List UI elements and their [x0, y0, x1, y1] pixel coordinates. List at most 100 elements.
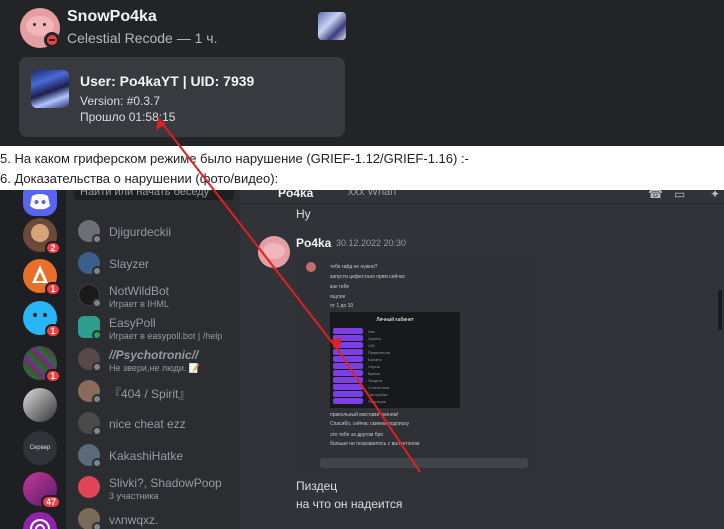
shot-text: как тебе: [330, 284, 350, 290]
shot-text: прикольный мистами скинем!: [330, 412, 399, 418]
cabinet-row-label: Настройки: [368, 392, 388, 397]
chat-scrollbar[interactable]: [718, 290, 722, 330]
dm-item[interactable]: EasyPoll Играет в easypoll.bot | /help: [78, 314, 236, 344]
shot-text: ящлое: [330, 294, 346, 300]
cabinet-row: [333, 363, 363, 369]
cabinet-row: [333, 328, 363, 334]
dm-name: KakashiHatke: [109, 449, 184, 463]
dm-item[interactable]: Slivki?, ShadowPoop 3 участника: [78, 474, 236, 504]
shot-text: Спасибо, сейчас скинем подписку: [330, 421, 410, 427]
status-offline-icon: [92, 298, 102, 308]
attached-screenshot[interactable]: тебе гайд не нужно? запусти цифестная пр…: [296, 256, 532, 472]
popup-activity: Celestial Recode — 1 ч.: [67, 30, 218, 46]
status-offline-icon: [92, 266, 102, 276]
face-eye-icon: [33, 313, 37, 317]
server-icon-pixel[interactable]: 1: [23, 346, 61, 383]
dm-item[interactable]: nice cheat ezz: [78, 410, 236, 440]
face-eye-icon: [43, 313, 47, 317]
dm-name: nice cheat ezz: [109, 417, 186, 431]
discord-logo-icon: [30, 194, 50, 210]
mention-badge: 1: [45, 324, 61, 338]
video-icon[interactable]: ▭: [674, 190, 685, 201]
reply-message: на что он надеится: [296, 497, 403, 511]
server-icon-text[interactable]: Сервер: [23, 431, 57, 465]
cabinet-row: [333, 335, 363, 341]
server-icon-blue[interactable]: 1: [23, 301, 61, 338]
dm-item[interactable]: vʌnwqxz.: [78, 506, 236, 529]
game-icon[interactable]: [318, 12, 346, 40]
status-offline-icon: [92, 394, 102, 404]
reply-message: Пиздец: [296, 479, 338, 493]
shot-text: тебе гайд не нужно?: [330, 264, 378, 270]
cabinet-row-label: Привилегия: [368, 350, 391, 355]
group-dm-icon: [78, 476, 100, 498]
chat-header: Po4ka xxx Whan ☎ ▭ ✦: [240, 190, 724, 204]
avatar-eye-right: [43, 23, 46, 26]
message-avatar[interactable]: [258, 236, 290, 268]
dm-activity: Не звери,не люди. 📝: [109, 363, 201, 373]
chat-title: Po4ka: [278, 190, 314, 200]
status-offline-icon: [92, 426, 102, 436]
status-offline-icon: [92, 234, 102, 244]
cabinet-row: [333, 349, 363, 355]
search-input[interactable]: Найти или начать беседу: [74, 190, 234, 200]
cabinet-row: [333, 342, 363, 348]
avatar-face: [263, 243, 285, 259]
dm-name: EasyPoll: [109, 316, 156, 330]
cabinet-row-label: UID: [368, 343, 375, 348]
status-offline-icon: [92, 458, 102, 468]
discord-client-screenshot: 2 1 1 1 Сервер 47 Найти или начать бесед…: [18, 190, 724, 529]
radio-waves-icon: [30, 519, 50, 529]
server-avatar-face: [31, 224, 49, 242]
shot-text: от 1 до 10: [330, 303, 354, 309]
call-icon[interactable]: ☎: [648, 190, 663, 201]
status-offline-icon: [92, 522, 102, 529]
dm-name: Djigurdeckii: [109, 225, 172, 239]
dm-item[interactable]: NotWildBot Играет в IHML: [78, 282, 236, 312]
cabinet-row: [333, 370, 363, 376]
dm-item[interactable]: 『404 / Spirit』: [78, 378, 236, 408]
server-icon-purple[interactable]: 47: [23, 472, 61, 509]
shot-text: запусти цифестная прям сейчас: [330, 274, 406, 280]
server-icon-radio[interactable]: [23, 512, 57, 529]
dm-item[interactable]: Slayzer: [78, 250, 236, 280]
dm-name: NotWildBot: [109, 284, 170, 298]
dm-activity: Играет в easypoll.bot | /help: [109, 331, 223, 341]
mention-badge: 2: [45, 241, 61, 255]
dm-name: Slivki?, ShadowPoop: [109, 476, 222, 490]
message-author[interactable]: Po4ka: [296, 236, 331, 250]
dm-item[interactable]: Djigurdeckii: [78, 218, 236, 248]
cabinet-row: [333, 377, 363, 383]
mini-avatar: [306, 262, 316, 272]
mention-badge: 1: [45, 369, 61, 383]
dm-name: Slayzer: [109, 257, 150, 271]
dm-name: vʌnwqxz.: [109, 513, 159, 527]
message-timestamp: 30.12.2022 20:30: [336, 238, 407, 248]
dm-item[interactable]: //Psychotronic// Не звери,не люди. 📝: [78, 346, 236, 376]
question-5: 5. На каком гриферском режиме было наруш…: [0, 151, 469, 166]
discord-home-icon[interactable]: [23, 190, 57, 216]
avatar-eye-left: [33, 23, 36, 26]
server-icon-bw[interactable]: [23, 388, 57, 422]
shot-text: это тебе за другом бро: [330, 432, 384, 438]
dm-members: 3 участника: [109, 491, 159, 501]
cabinet-row: [333, 398, 363, 404]
shot-text: больше не понравилось с валентоном: [330, 441, 420, 447]
pin-icon[interactable]: ✦: [710, 190, 720, 201]
rich-presence-elapsed: Прошло 01:58:15: [80, 110, 176, 124]
cabinet-title: Личный кабинет: [376, 317, 414, 323]
cabinet-row: [333, 384, 363, 390]
cabinet-row: [333, 356, 363, 362]
cabinet-row-label: Ник: [368, 329, 375, 334]
dm-name: //Psychotronic//: [109, 348, 199, 362]
server-icon-orange[interactable]: 1: [23, 259, 61, 296]
mention-badge: 47: [40, 495, 61, 509]
server-icon-avatar[interactable]: 2: [23, 218, 61, 255]
chat-header-extra: xxx Whan: [348, 190, 397, 198]
cabinet-row-label: Защита: [368, 378, 383, 383]
screenshot-stage: SnowPo4ka Celestial Recode — 1 ч. User: …: [0, 0, 724, 529]
dm-item[interactable]: KakashiHatke: [78, 442, 236, 472]
cabinet-row-label: Подписка: [368, 399, 386, 404]
rich-presence-version: Version: #0.3.7: [80, 94, 161, 108]
rich-presence-user: User: Po4kaYT | UID: 7939: [80, 73, 255, 89]
